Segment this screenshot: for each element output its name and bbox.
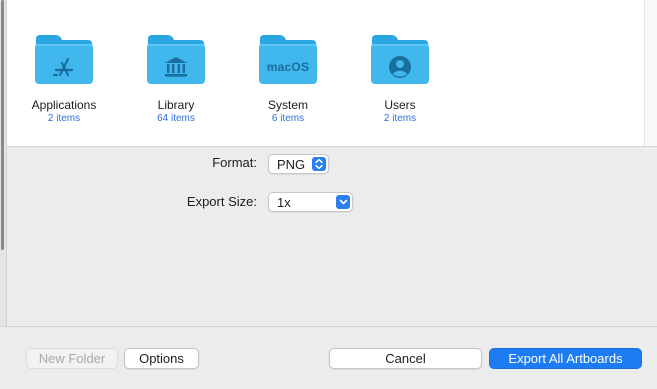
folder-item-count: 6 items: [271, 113, 305, 124]
file-browser: Applications 2 items Library 64 items ma…: [7, 0, 657, 147]
macos-text-icon: macOS: [258, 52, 318, 82]
folder-name: System: [267, 98, 308, 112]
folder-icon: [34, 30, 94, 86]
options-button[interactable]: Options: [124, 348, 199, 369]
up-down-chevron-icon: [312, 157, 326, 171]
browser-scrollbar[interactable]: [644, 0, 657, 146]
app-store-icon: [34, 52, 94, 82]
folder-name: Users: [384, 98, 416, 112]
chevron-down-icon: [336, 195, 350, 209]
folder-system[interactable]: macOS System 6 items: [232, 30, 344, 125]
folder-item-count: 2 items: [383, 113, 417, 124]
export-size-select[interactable]: 1x: [268, 192, 353, 212]
building-columns-icon: [146, 52, 206, 82]
dialog-footer: New Folder Options Cancel Export All Art…: [0, 326, 657, 389]
format-label: Format:: [212, 155, 257, 170]
export-options: Format: PNG Export Size: 1x: [7, 147, 657, 327]
export-all-artboards-button[interactable]: Export All Artboards: [489, 348, 642, 369]
format-value: PNG: [277, 157, 306, 172]
folder-library[interactable]: Library 64 items: [120, 30, 232, 125]
format-select[interactable]: PNG: [268, 154, 329, 174]
folder-users[interactable]: Users 2 items: [344, 30, 456, 125]
folder-icon: [146, 30, 206, 86]
folder-name: Applications: [31, 98, 97, 112]
folder-applications[interactable]: Applications 2 items: [8, 30, 120, 125]
folder-item-count: 2 items: [47, 113, 81, 124]
export-size-value: 1x: [277, 195, 291, 210]
person-circle-icon: [370, 52, 430, 82]
folder-grid: Applications 2 items Library 64 items ma…: [7, 30, 647, 140]
new-folder-button[interactable]: New Folder: [26, 348, 118, 369]
cancel-button[interactable]: Cancel: [329, 348, 482, 369]
macos-glyph-label: macOS: [266, 60, 310, 74]
folder-name: Library: [157, 98, 195, 112]
folder-item-count: 64 items: [157, 113, 195, 124]
left-scrollbar-handle[interactable]: [1, 0, 4, 250]
export-size-label: Export Size:: [186, 194, 257, 209]
folder-icon: macOS: [258, 30, 318, 86]
folder-icon: [370, 30, 430, 86]
